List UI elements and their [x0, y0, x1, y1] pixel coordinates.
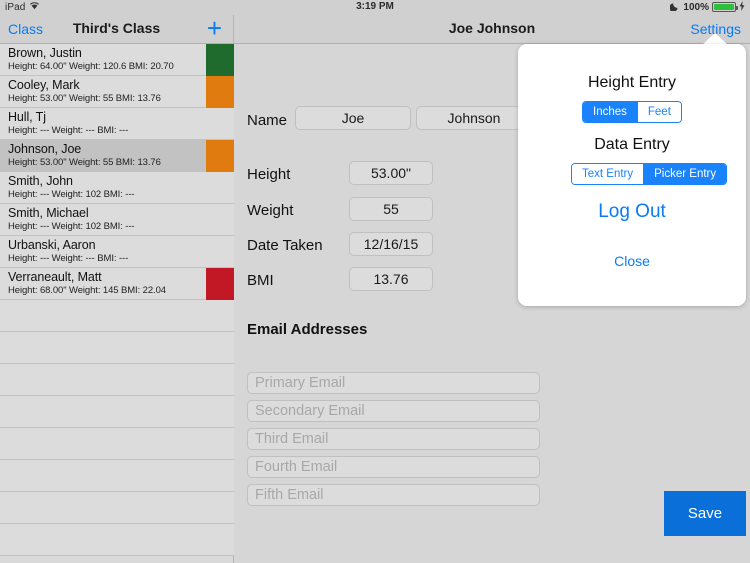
date-taken-label: Date Taken — [247, 237, 323, 254]
detail-navbar: Joe Johnson Settings — [234, 15, 750, 44]
student-name: Brown, Justin — [8, 46, 82, 60]
student-name: Smith, John — [8, 174, 73, 188]
empty-list-row — [0, 492, 234, 524]
status-badge — [206, 76, 234, 108]
status-badge — [206, 268, 234, 300]
student-name: Johnson, Joe — [8, 142, 81, 156]
weight-field[interactable]: 55 — [349, 197, 433, 221]
email-section-title: Email Addresses — [247, 321, 367, 338]
bmi-label: BMI — [247, 272, 274, 289]
segment-option[interactable]: Inches — [583, 102, 637, 122]
data-entry-title: Data Entry — [518, 136, 746, 154]
email-field-5[interactable]: Fifth Email — [247, 484, 540, 506]
save-button[interactable]: Save — [664, 491, 746, 536]
bolt-icon — [739, 1, 745, 13]
empty-list-row — [0, 460, 234, 492]
status-bar: iPad 3:19 PM 100% — [0, 0, 750, 15]
status-bar-time: 3:19 PM — [0, 1, 750, 12]
email-field-2[interactable]: Secondary Email — [247, 400, 540, 422]
master-pane: Class Third's Class + Brown, JustinHeigh… — [0, 15, 234, 563]
page-title: Joe Johnson — [234, 20, 750, 36]
segment-option[interactable]: Text Entry — [572, 164, 643, 184]
first-name-field[interactable]: Joe — [295, 106, 411, 130]
bmi-field[interactable]: 13.76 — [349, 267, 433, 291]
empty-list-row — [0, 524, 234, 556]
student-detail: Height: --- Weight: 102 BMI: --- — [8, 189, 135, 200]
table-row[interactable]: Cooley, MarkHeight: 53.00" Weight: 55 BM… — [0, 76, 234, 108]
student-detail: Height: --- Weight: 102 BMI: --- — [8, 221, 135, 232]
close-button[interactable]: Close — [518, 253, 746, 269]
table-row[interactable]: Smith, JohnHeight: --- Weight: 102 BMI: … — [0, 172, 234, 204]
status-bar-right: 100% — [670, 1, 745, 13]
empty-list-row — [0, 364, 234, 396]
student-name: Verraneault, Matt — [8, 270, 102, 284]
master-title: Third's Class — [0, 20, 233, 36]
student-detail: Height: --- Weight: --- BMI: --- — [8, 253, 128, 264]
app-screen: iPad 3:19 PM 100% Class Third's Class + … — [0, 0, 750, 563]
log-out-button[interactable]: Log Out — [518, 201, 746, 223]
student-name: Cooley, Mark — [8, 78, 80, 92]
status-badge — [206, 44, 234, 76]
segment-option[interactable]: Picker Entry — [643, 164, 726, 184]
settings-popover: Height Entry InchesFeet Data Entry Text … — [518, 44, 746, 306]
empty-list-row — [0, 396, 234, 428]
add-student-icon[interactable]: + — [207, 14, 222, 43]
student-detail: Height: 53.00" Weight: 55 BMI: 13.76 — [8, 157, 161, 168]
student-name: Hull, Tj — [8, 110, 46, 124]
student-detail: Height: 53.00" Weight: 55 BMI: 13.76 — [8, 93, 161, 104]
battery-icon — [712, 2, 736, 12]
empty-list-row — [0, 428, 234, 460]
battery-percent: 100% — [683, 2, 709, 13]
email-field-1[interactable]: Primary Email — [247, 372, 540, 394]
master-navbar: Class Third's Class + — [0, 15, 233, 44]
email-field-3[interactable]: Third Email — [247, 428, 540, 450]
data-entry-segmented-control[interactable]: Text EntryPicker Entry — [571, 163, 727, 185]
student-list[interactable]: Brown, JustinHeight: 64.00" Weight: 120.… — [0, 44, 234, 556]
empty-list-row — [0, 300, 234, 332]
table-row[interactable]: Smith, MichaelHeight: --- Weight: 102 BM… — [0, 204, 234, 236]
table-row[interactable]: Johnson, JoeHeight: 53.00" Weight: 55 BM… — [0, 140, 234, 172]
table-row[interactable]: Hull, TjHeight: --- Weight: --- BMI: --- — [0, 108, 234, 140]
segment-option[interactable]: Feet — [637, 102, 681, 122]
height-label: Height — [247, 166, 290, 183]
date-taken-field[interactable]: 12/16/15 — [349, 232, 433, 256]
moon-icon — [670, 1, 680, 13]
student-detail: Height: 64.00" Weight: 120.6 BMI: 20.70 — [8, 61, 174, 72]
last-name-field[interactable]: Johnson — [416, 106, 532, 130]
empty-list-row — [0, 332, 234, 364]
student-name: Urbanski, Aaron — [8, 238, 95, 252]
student-name: Smith, Michael — [8, 206, 89, 220]
table-row[interactable]: Verraneault, MattHeight: 68.00" Weight: … — [0, 268, 234, 300]
status-badge — [206, 140, 234, 172]
table-row[interactable]: Brown, JustinHeight: 64.00" Weight: 120.… — [0, 44, 234, 76]
student-detail: Height: --- Weight: --- BMI: --- — [8, 125, 128, 136]
student-detail: Height: 68.00" Weight: 145 BMI: 22.04 — [8, 285, 166, 296]
height-entry-segmented-control[interactable]: InchesFeet — [582, 101, 682, 123]
weight-label: Weight — [247, 202, 293, 219]
height-field[interactable]: 53.00" — [349, 161, 433, 185]
email-field-4[interactable]: Fourth Email — [247, 456, 540, 478]
table-row[interactable]: Urbanski, AaronHeight: --- Weight: --- B… — [0, 236, 234, 268]
name-label: Name — [247, 112, 287, 129]
height-entry-title: Height Entry — [518, 74, 746, 92]
